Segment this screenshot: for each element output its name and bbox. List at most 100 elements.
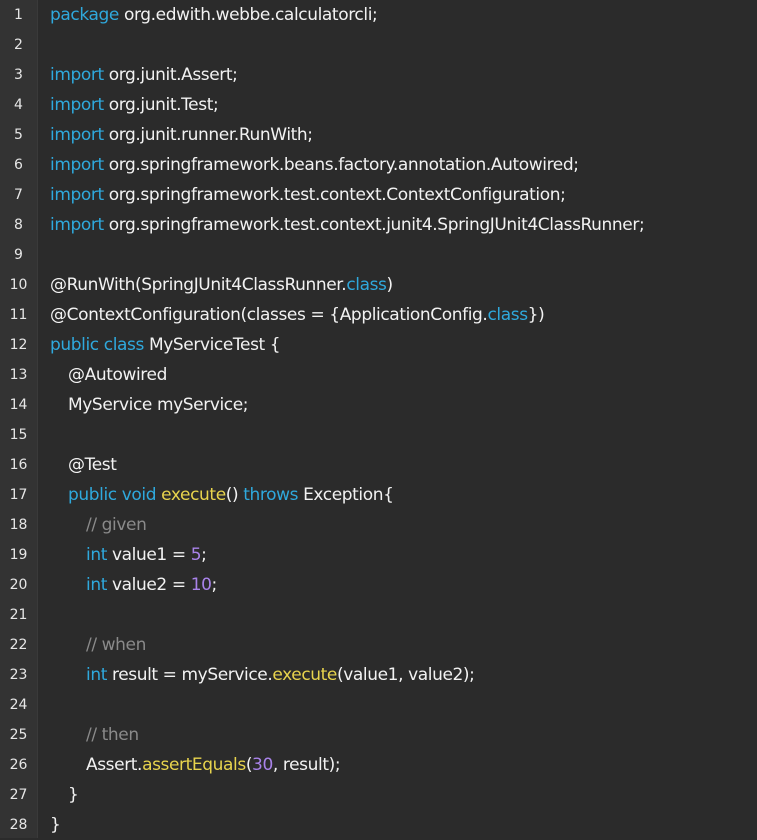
keyword-token: int [86, 575, 107, 595]
code-line[interactable]: int value1 = 5; [50, 540, 757, 570]
code-line[interactable] [50, 690, 757, 720]
code-line[interactable] [50, 600, 757, 630]
keyword-token: int [86, 665, 107, 685]
line-number: 27 [9, 787, 28, 803]
line-number: 17 [9, 487, 28, 503]
method-token: assertEquals [142, 755, 246, 775]
code-line[interactable]: @Autowired [50, 360, 757, 390]
line-number: 14 [9, 397, 28, 413]
text-token: ; [211, 575, 218, 595]
keyword-token: import [50, 215, 104, 235]
line-number: 8 [14, 217, 23, 233]
keyword-token: package [50, 5, 119, 25]
code-line[interactable]: public void execute() throws Exception{ [50, 480, 757, 510]
text-token: org.springframework.test.context.junit4.… [103, 215, 645, 235]
code-line[interactable]: // given [50, 510, 757, 540]
text-token: () [225, 485, 244, 505]
text-token: org.junit.Test; [103, 95, 219, 115]
line-number: 11 [9, 307, 28, 323]
line-number: 19 [9, 547, 28, 563]
text-token: value2 = [106, 575, 191, 595]
code-line[interactable]: // when [50, 630, 757, 660]
text-token: ) [386, 275, 394, 295]
line-number: 18 [9, 517, 28, 533]
code-line[interactable]: // then [50, 720, 757, 750]
line-number: 25 [9, 727, 28, 743]
number-token: 5 [190, 545, 202, 565]
text-token: value1 = [106, 545, 191, 565]
code-line[interactable]: import org.junit.Test; [50, 90, 757, 120]
keyword-token: throws [243, 485, 299, 505]
code-line[interactable]: import org.springframework.beans.factory… [50, 150, 757, 180]
line-number: 22 [9, 637, 28, 653]
code-line[interactable]: @RunWith(SpringJUnit4ClassRunner.class) [50, 270, 757, 300]
line-number: 26 [9, 757, 28, 773]
code-line[interactable] [50, 420, 757, 450]
text-token: @ContextConfiguration(classes = {Applica… [50, 305, 488, 325]
code-line[interactable]: int value2 = 10; [50, 570, 757, 600]
text-token: @Autowired [68, 365, 167, 385]
text-token: (value1, value2); [336, 665, 475, 685]
keyword-token: import [50, 185, 104, 205]
line-number: 13 [9, 367, 28, 383]
code-line[interactable]: } [50, 810, 757, 840]
code-line[interactable] [50, 240, 757, 270]
line-number: 6 [14, 157, 23, 173]
line-number: 9 [14, 247, 23, 263]
line-number: 12 [9, 337, 28, 353]
text-token: MyService myService; [68, 395, 249, 415]
keyword-token: class [487, 305, 528, 325]
code-line[interactable]: MyService myService; [50, 390, 757, 420]
text-token: Exception{ [298, 485, 394, 505]
text-token: result = myService. [106, 665, 273, 685]
text-token: } [68, 785, 79, 805]
code-editor[interactable]: 1 2 3 4 5 6 7 8 9 10 11 12 13 14 15 16 17 18 19 20 21 22 23 24 2… [0, 0, 757, 838]
text-token: org.springframework.beans.factory.annota… [103, 155, 579, 175]
code-line[interactable]: import org.springframework.test.context.… [50, 210, 757, 240]
text-token: ; [201, 545, 207, 565]
comment-token: // then [86, 725, 139, 745]
keyword-token: import [50, 125, 104, 145]
line-number: 23 [9, 667, 28, 683]
code-area[interactable]: package org.edwith.webbe.calculatorcli; i… [38, 0, 757, 838]
comment-token: // given [86, 515, 147, 535]
text-token: org.junit.runner.RunWith; [103, 125, 313, 145]
code-line[interactable]: int result = myService.execute(value1, v… [50, 660, 757, 690]
code-line[interactable]: import org.junit.runner.RunWith; [50, 120, 757, 150]
text-token: org.junit.Assert; [103, 65, 238, 85]
line-number: 4 [14, 97, 23, 113]
number-token: 10 [190, 575, 212, 595]
code-line[interactable]: @ContextConfiguration(classes = {Applica… [50, 300, 757, 330]
text-token: , result); [272, 755, 341, 775]
line-number: 28 [9, 817, 28, 833]
method-token: execute [161, 485, 226, 505]
text-token: } [50, 815, 61, 835]
keyword-token: public class [50, 335, 144, 355]
code-line[interactable] [50, 30, 757, 60]
keyword-token: class [346, 275, 387, 295]
text-token: @Test [68, 455, 117, 475]
line-number: 15 [9, 427, 28, 443]
text-token: MyServiceTest { [143, 335, 281, 355]
text-token: org.springframework.test.context.Context… [103, 185, 566, 205]
line-number: 24 [9, 697, 28, 713]
code-line[interactable]: package org.edwith.webbe.calculatorcli; [50, 0, 757, 30]
line-number-gutter: 1 2 3 4 5 6 7 8 9 10 11 12 13 14 15 16 17 18 19 20 21 22 23 24 2… [0, 0, 38, 838]
line-number: 10 [9, 277, 28, 293]
number-token: 30 [252, 755, 273, 775]
line-number: 5 [14, 127, 23, 143]
code-line[interactable]: @Test [50, 450, 757, 480]
keyword-token: public void [68, 485, 157, 505]
code-line[interactable]: import org.springframework.test.context.… [50, 180, 757, 210]
keyword-token: import [50, 95, 104, 115]
keyword-token: import [50, 65, 104, 85]
text-token: }) [527, 305, 545, 325]
line-number: 1 [14, 7, 23, 23]
text-token: Assert. [86, 755, 143, 775]
line-number: 20 [9, 577, 28, 593]
code-line[interactable]: } [50, 780, 757, 810]
code-line[interactable]: public class MyServiceTest { [50, 330, 757, 360]
line-number: 3 [14, 67, 23, 83]
code-line[interactable]: import org.junit.Assert; [50, 60, 757, 90]
code-line[interactable]: Assert.assertEquals(30, result); [50, 750, 757, 780]
